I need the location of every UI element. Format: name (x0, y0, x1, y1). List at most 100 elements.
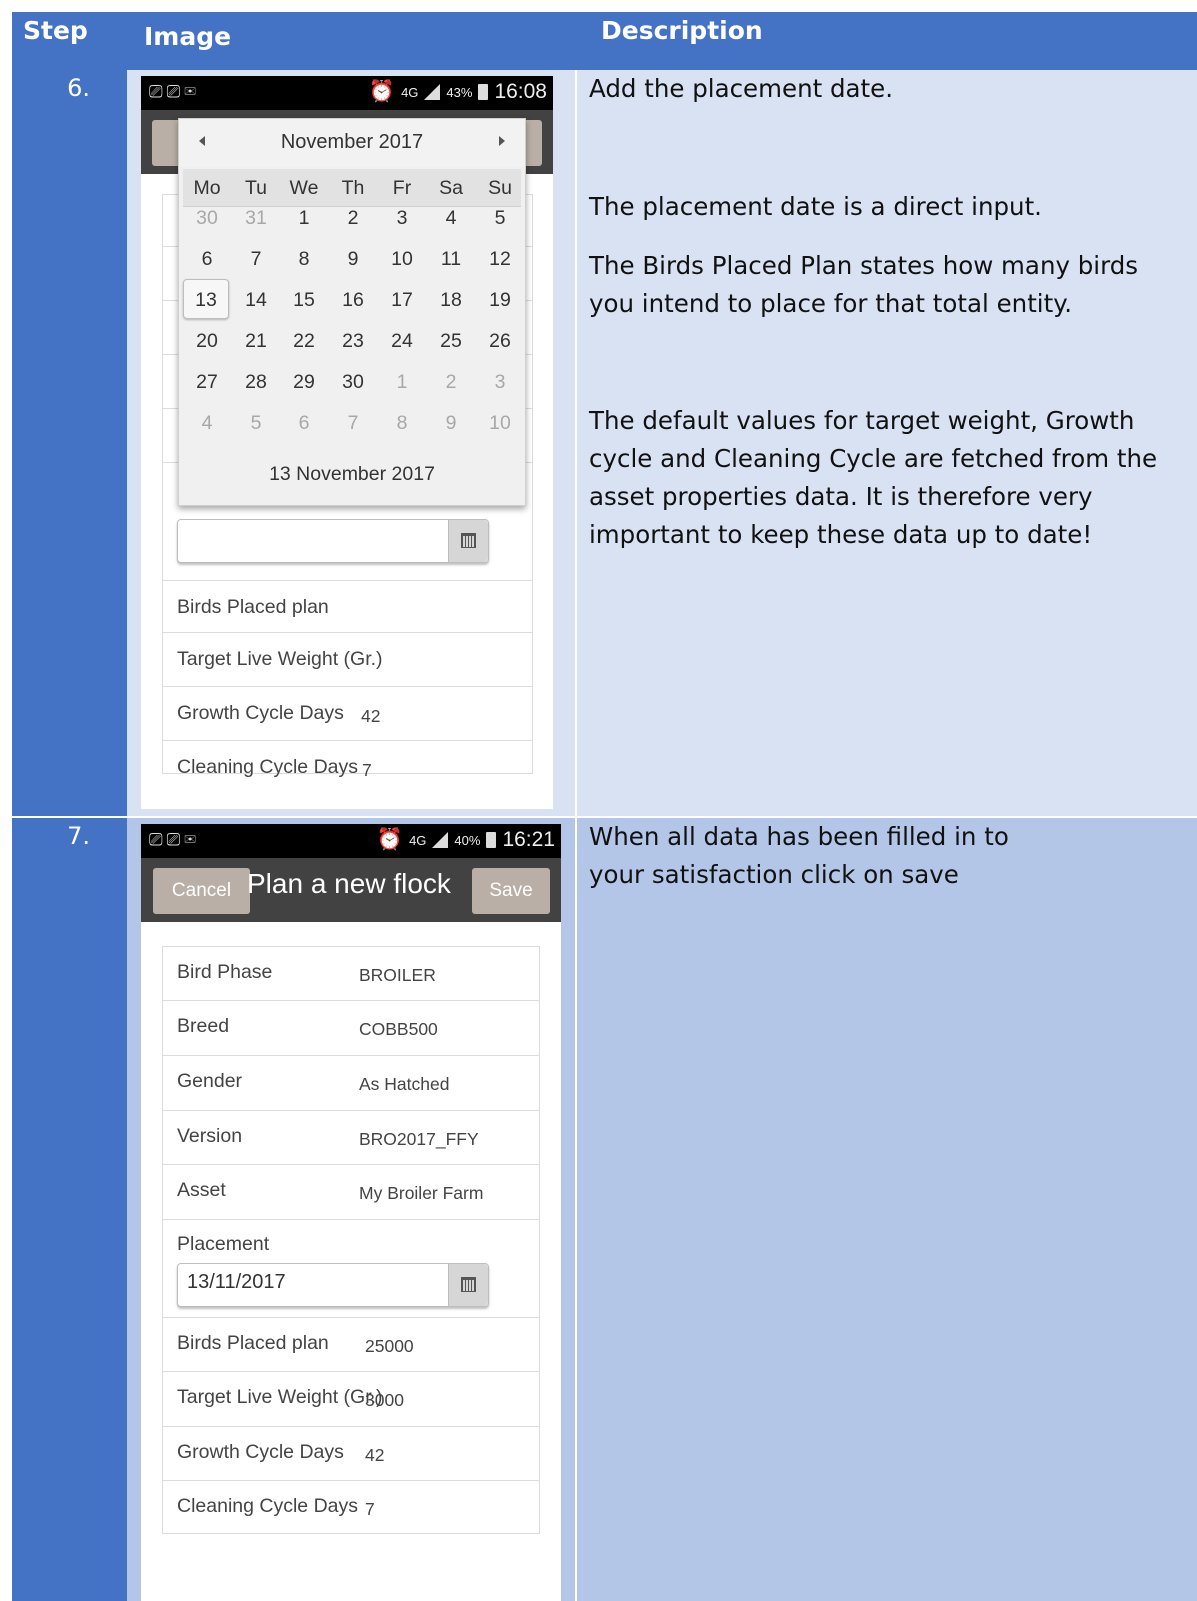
calendar-day[interactable]: 12 (476, 248, 524, 271)
field-label: Placement (177, 1233, 270, 1255)
calendar-icon (461, 1277, 476, 1292)
description-cell: When all data has been filled in to your… (576, 818, 1197, 1601)
calendar-day[interactable]: 16 (329, 289, 377, 312)
weekday-label: Th (341, 177, 365, 199)
calendar-day[interactable]: 19 (476, 289, 524, 312)
calendar-day[interactable]: 5 (232, 412, 280, 435)
field-value[interactable]: 42 (365, 1445, 384, 1466)
field-label: Asset (177, 1179, 226, 1201)
selected-day[interactable]: 13 (183, 279, 229, 319)
form-row: Target Live Weight (Gr.) (163, 633, 532, 687)
calendar-day[interactable]: 10 (476, 412, 524, 435)
field-label: Cleaning Cycle Days (177, 1495, 358, 1517)
form-row: Asset My Broiler Farm (163, 1165, 539, 1220)
field-value[interactable]: 7 (362, 760, 372, 781)
weekday-label: We (289, 177, 319, 199)
calendar-button[interactable] (448, 1264, 488, 1306)
field-label: Target Live Weight (Gr.) (177, 1386, 383, 1408)
form-row: Version BRO2017_FFY (163, 1111, 539, 1165)
form-row: Gender As Hatched (163, 1056, 539, 1111)
calendar-day[interactable]: 20 (183, 330, 231, 353)
calendar-day[interactable]: 5 (476, 207, 524, 230)
calendar-day[interactable]: 9 (329, 248, 377, 271)
placement-date-input[interactable] (177, 519, 489, 563)
calendar-button[interactable] (448, 520, 488, 562)
calendar-day[interactable]: 14 (232, 289, 280, 312)
calendar-day[interactable]: 6 (280, 412, 328, 435)
form-row: Cleaning Cycle Days 7 (163, 741, 532, 793)
calendar-day[interactable]: 25 (427, 330, 475, 353)
field-label: Cleaning Cycle Days (177, 756, 358, 778)
calendar-day[interactable]: 21 (232, 330, 280, 353)
calendar-day[interactable]: 9 (427, 412, 475, 435)
field-value[interactable]: COBB500 (359, 1019, 438, 1040)
calendar-day[interactable]: 2 (427, 371, 475, 394)
weekday-label: Sa (439, 177, 463, 199)
description-cell: Add the placement date. The placement da… (576, 70, 1197, 817)
calendar-day[interactable]: 26 (476, 330, 524, 353)
calendar-day[interactable]: 17 (378, 289, 426, 312)
calendar-day[interactable]: 22 (280, 330, 328, 353)
calendar-day[interactable]: 10 (378, 248, 426, 271)
cancel-button[interactable]: Cancel (153, 868, 250, 914)
calendar-day[interactable]: 3 (378, 207, 426, 230)
calendar-day[interactable]: 18 (427, 289, 475, 312)
calendar-day[interactable]: 8 (280, 248, 328, 271)
placement-row: Placement 13/11/2017 (163, 1220, 539, 1318)
description-text: The placement date is a direct input. (589, 192, 1042, 221)
step-number: 7. (67, 822, 90, 850)
field-value[interactable]: BRO2017_FFY (359, 1129, 479, 1150)
calendar-day[interactable]: 27 (183, 371, 231, 394)
field-value[interactable]: BROILER (359, 965, 436, 986)
form-row: Birds Placed plan (163, 581, 532, 633)
calendar-day[interactable]: 24 (378, 330, 426, 353)
field-value[interactable]: 25000 (365, 1336, 414, 1357)
calendar-day[interactable]: 4 (183, 412, 231, 435)
header-image: Image (144, 22, 232, 51)
header-step: Step (23, 16, 88, 45)
calendar-day[interactable]: 4 (427, 207, 475, 230)
calendar-day[interactable]: 3 (476, 371, 524, 394)
calendar-icon (461, 533, 476, 548)
calendar-day[interactable]: 30 (329, 371, 377, 394)
field-value[interactable]: 7 (365, 1499, 375, 1520)
calendar-day[interactable]: 23 (329, 330, 377, 353)
step-cell: 6. (12, 70, 127, 817)
description-text: When all data has been filled in to your… (589, 822, 1009, 889)
field-label: Birds Placed plan (177, 596, 329, 618)
calendar-day[interactable]: 2 (329, 207, 377, 230)
notification-icons: ⎚⎚✉ (149, 82, 200, 101)
field-label: Growth Cycle Days (177, 1441, 344, 1463)
placement-date-input[interactable]: 13/11/2017 (177, 1263, 489, 1307)
calendar-day[interactable]: 11 (427, 248, 475, 271)
form-row: Cleaning Cycle Days 7 (163, 1481, 539, 1535)
weekday-row: Mo Tu We Th Fr Sa Su (183, 169, 521, 207)
calendar-day[interactable]: 1 (280, 207, 328, 230)
calendar-day[interactable]: 28 (232, 371, 280, 394)
calendar-day[interactable]: 1 (378, 371, 426, 394)
weekday-label: Fr (392, 177, 412, 199)
field-value[interactable]: 3000 (365, 1390, 404, 1411)
calendar-day[interactable]: 8 (378, 412, 426, 435)
calendar-day[interactable]: 31 (232, 207, 280, 230)
calendar-day[interactable]: 7 (329, 412, 377, 435)
form-row: Target Live Weight (Gr.) 3000 (163, 1372, 539, 1427)
next-month-icon[interactable] (499, 136, 505, 146)
field-value[interactable]: As Hatched (359, 1074, 449, 1095)
calendar-day[interactable]: 15 (280, 289, 328, 312)
phone-screenshot-datepicker: ⎚⎚✉ ⏰ 4G 43% 16:08 Birds Placed plan Tar… (141, 76, 553, 809)
calendar-day[interactable]: 30 (183, 207, 231, 230)
battery-percent: 40% (454, 832, 481, 848)
weekday-label: Su (488, 177, 512, 199)
date-picker-popup: November 2017 Mo Tu We Th Fr Sa Su 30 31 1 2 3 4 5 6 7… (178, 118, 526, 506)
calendar-day[interactable]: 6 (183, 248, 231, 271)
signal-icon (424, 84, 441, 100)
field-value[interactable]: 42 (361, 706, 380, 727)
calendar-day[interactable]: 7 (232, 248, 280, 271)
placement-date-value: 13/11/2017 (187, 1271, 286, 1293)
field-value[interactable]: My Broiler Farm (359, 1183, 483, 1204)
calendar-day[interactable]: 29 (280, 371, 328, 394)
form-row: Breed COBB500 (163, 1001, 539, 1056)
save-button[interactable]: Save (472, 868, 550, 914)
status-bar: ⎚⎚✉ ⏰ 4G 43% 16:08 (141, 76, 553, 110)
